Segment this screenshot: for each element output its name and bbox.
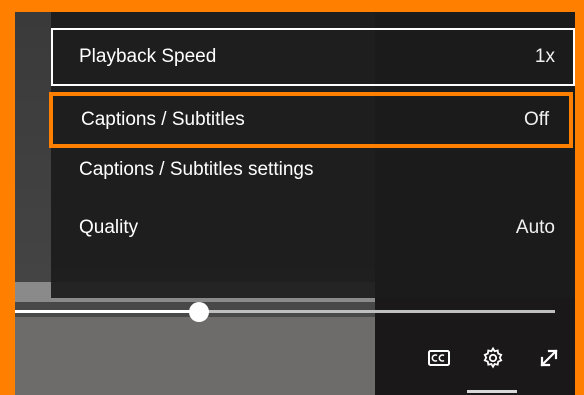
menu-item-value: Off — [524, 109, 549, 130]
highlight-frame: Playback Speed 1x Captions / Subtitles O… — [0, 0, 584, 395]
menu-item-value: Auto — [515, 217, 555, 238]
cc-icon[interactable] — [425, 344, 453, 372]
progress-fill — [15, 310, 199, 313]
progress-thumb[interactable] — [189, 302, 209, 322]
menu-item-label: Quality — [79, 217, 139, 238]
settings-menu: Playback Speed 1x Captions / Subtitles O… — [49, 12, 575, 298]
menu-item-label: Captions / Subtitles settings — [79, 159, 314, 180]
menu-item-captions[interactable]: Captions / Subtitles Off — [49, 92, 573, 148]
fullscreen-icon[interactable] — [535, 344, 563, 372]
gear-icon[interactable] — [479, 344, 507, 372]
menu-item-label: Captions / Subtitles — [81, 109, 245, 130]
menu-item-playback-speed[interactable]: Playback Speed 1x — [51, 28, 575, 86]
video-lower-area — [15, 317, 375, 395]
menu-item-quality[interactable]: Quality Auto — [51, 200, 575, 256]
menu-item-captions-settings[interactable]: Captions / Subtitles settings — [51, 142, 575, 198]
menu-item-label: Playback Speed — [79, 46, 217, 67]
video-player: Playback Speed 1x Captions / Subtitles O… — [15, 12, 575, 395]
menu-item-value: 1x — [534, 46, 555, 67]
control-bar — [415, 340, 575, 380]
gear-active-indicator — [467, 390, 517, 393]
